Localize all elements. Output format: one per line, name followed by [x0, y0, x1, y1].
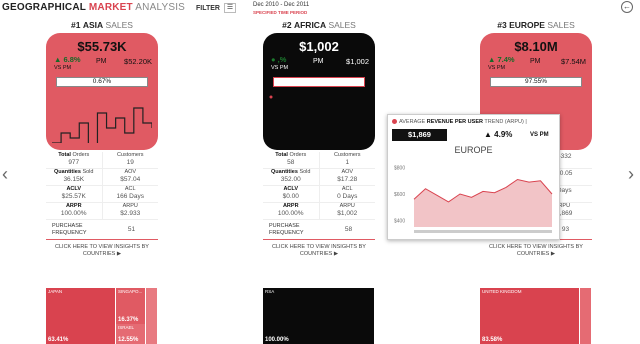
metric-right: AOV $17.28: [337, 169, 358, 183]
country-treemap[interactable]: RSA 100.00%: [263, 288, 375, 344]
vs-pm-label: VS PM: [488, 65, 506, 71]
metrics-table: Total Orders 58 Customers 1 Quantities S…: [263, 152, 375, 258]
metric-right: Customers 1: [333, 152, 361, 166]
treemap-cell[interactable]: RSA 100.00%: [263, 288, 375, 344]
metric-right: Customers 19: [116, 152, 144, 166]
card-title: #2 AFRICA SALES: [282, 20, 356, 30]
sales-value: $8.10M: [514, 39, 558, 54]
share-bar-label: 97.55%: [524, 78, 548, 85]
country-treemap[interactable]: JAPAN 63.41% SINGAPO... 16.37% ISRAEL 12.55%: [46, 288, 158, 344]
region-card-africa: #2 AFRICA SALES $1,002 ● ,% PM $1,002 VS…: [263, 20, 375, 344]
y-tick-label: $600: [394, 192, 405, 198]
metric-row: ACLV $25.57K ACL 166 Days: [46, 186, 158, 203]
metric-row: ACLV $0.00 ACL 0 Days: [263, 186, 375, 203]
view-countries-link[interactable]: CLICK HERE TO VIEW INSIGHTS BY COUNTRIES…: [46, 244, 158, 258]
period-caption: SPECIFIED TIME PERIOD: [253, 10, 308, 15]
treemap-cell[interactable]: UNITED KINGDOM 83.58%: [480, 288, 580, 344]
metric-row: Total Orders 58 Customers 1: [263, 152, 375, 169]
change-indicator: ● ,%: [271, 55, 287, 64]
metric-row: Quantities Sold 352.00 AOV $17.28: [263, 169, 375, 186]
y-tick-label: $800: [394, 166, 405, 172]
pm-label: PM: [313, 58, 324, 65]
view-countries-link[interactable]: CLICK HERE TO VIEW INSIGHTS BY COUNTRIES…: [480, 244, 592, 258]
sales-sparkline: [269, 95, 273, 99]
tooltip-region: EUROPE: [454, 145, 493, 155]
region-card-asia: #1 ASIA SALES $55.73K ▲ 6.8% PM $52.20K …: [46, 20, 158, 344]
y-tick-label: $400: [394, 218, 405, 224]
vs-pm-label: VS PM: [54, 65, 72, 71]
card-title: #1 ASIA SALES: [71, 20, 133, 30]
share-bar-label: 0.67%: [92, 78, 112, 85]
kpi-panel: $1,002 ● ,% PM $1,002 VS PM 0.01%: [263, 33, 375, 150]
sparkline-path: [52, 107, 152, 143]
share-bar-label: 0.01%: [309, 78, 329, 85]
metric-left: ACLV $0.00: [263, 186, 320, 202]
tooltip-value: $1,869: [392, 129, 447, 141]
treemap-cell[interactable]: JAPAN 63.41%: [46, 288, 116, 344]
next-arrow-icon[interactable]: ›: [628, 164, 634, 185]
treemap-cell[interactable]: ISRAEL 12.55%: [116, 324, 146, 344]
tooltip-pm: VS PM: [530, 132, 549, 138]
purchase-frequency-row: PURCHASE FREQUENCY 58: [263, 220, 375, 240]
period-selector[interactable]: Dec 2010 - Dec 2011: [253, 2, 309, 8]
metric-row: Total Orders 977 Customers 19: [46, 152, 158, 169]
arpu-area: [414, 179, 552, 227]
sparkline-point: [269, 95, 273, 99]
metric-left: ARPR 100.00%: [263, 203, 320, 219]
treemap-cell[interactable]: [580, 288, 592, 344]
card-title: #3 EUROPE SALES: [497, 20, 575, 30]
change-indicator: ▲ 7.4%: [488, 55, 515, 64]
legend-dot-icon: [392, 119, 397, 125]
chart-scrollbar[interactable]: [414, 230, 552, 233]
tooltip-change: ▲ 4.9%: [484, 130, 513, 139]
metric-right: AOV $57.04: [120, 169, 141, 183]
treemap-cell[interactable]: [146, 288, 158, 344]
metric-right: ARPU $2.933: [120, 203, 141, 217]
sliders-icon: ☰: [223, 3, 236, 13]
purchase-frequency-row: PURCHASE FREQUENCY 51: [46, 220, 158, 240]
filter-label: FILTER: [196, 4, 220, 12]
metrics-table: Total Orders 977 Customers 19 Quantities…: [46, 152, 158, 258]
pm-value: $52.20K: [124, 57, 152, 66]
metric-left: Total Orders 977: [46, 152, 103, 168]
metric-row: ARPR 100.00% ARPU $1,002: [263, 203, 375, 220]
back-icon[interactable]: ←: [621, 1, 633, 13]
metric-left: ARPR 100.00%: [46, 203, 103, 219]
vs-pm-label: VS PM: [271, 65, 289, 71]
previous-arrow-icon[interactable]: ‹: [2, 164, 8, 185]
view-countries-link[interactable]: CLICK HERE TO VIEW INSIGHTS BY COUNTRIES…: [263, 244, 375, 258]
metric-left: ACLV $25.57K: [46, 186, 103, 202]
title-part-analysis: ANALYSIS: [132, 2, 186, 13]
kpi-panel: $55.73K ▲ 6.8% PM $52.20K VS PM 0.67%: [46, 33, 158, 150]
metric-right: ACL 166 Days: [116, 186, 144, 200]
pm-value: $1,002: [346, 57, 369, 66]
pm-value: $7.54M: [560, 57, 586, 66]
metric-left: Quantities Sold 352.00: [263, 169, 320, 185]
page-title: GEOGRAPHICAL MARKET ANALYSIS: [2, 2, 185, 13]
arpu-tooltip: AVERAGE REVENUE PER USER TREND (ARPU) | …: [387, 114, 560, 240]
tooltip-heading: AVERAGE REVENUE PER USER TREND (ARPU) |: [392, 119, 527, 125]
sales-value: $1,002: [299, 39, 339, 54]
metric-right: ARPU $1,002: [337, 203, 358, 217]
metric-right: ACL 0 Days: [337, 186, 358, 200]
country-treemap[interactable]: UNITED KINGDOM 83.58%: [480, 288, 592, 344]
sales-value: $55.73K: [77, 39, 127, 54]
change-indicator: ▲ 6.8%: [54, 55, 81, 64]
metric-row: Quantities Sold 36.15K AOV $57.04: [46, 169, 158, 186]
pm-label: PM: [96, 58, 107, 65]
pm-label: PM: [530, 58, 541, 65]
metric-row: ARPR 100.00% ARPU $2.933: [46, 203, 158, 220]
treemap-cell[interactable]: SINGAPO... 16.37%: [116, 288, 146, 324]
arpu-trend-chart: $800 $600 $400: [394, 166, 553, 233]
metric-left: Quantities Sold 36.15K: [46, 169, 103, 185]
title-part-geographical: GEOGRAPHICAL: [2, 2, 89, 13]
filter-button[interactable]: FILTER ☰: [196, 3, 236, 13]
metric-left: Total Orders 58: [263, 152, 320, 168]
title-part-market: MARKET: [88, 2, 133, 13]
sales-sparkline: [52, 107, 152, 143]
header: GEOGRAPHICAL MARKET ANALYSIS FILTER ☰ De…: [0, 0, 640, 16]
